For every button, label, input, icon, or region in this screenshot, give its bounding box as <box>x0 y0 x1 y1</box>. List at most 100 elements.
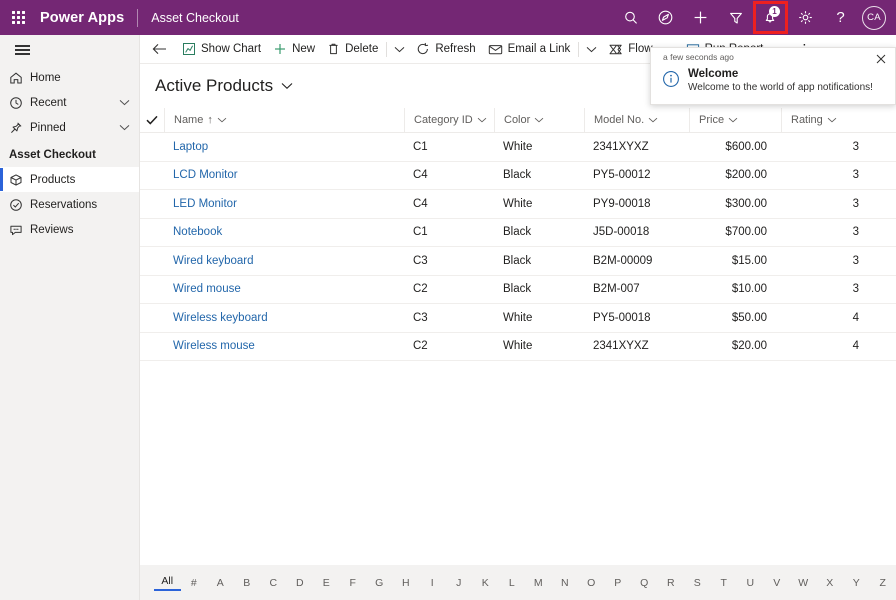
alpha-filter-n[interactable]: N <box>552 576 579 590</box>
alpha-filter-x[interactable]: X <box>817 576 844 590</box>
cell-price: $300.00 <box>725 197 767 210</box>
sidebar-item-products[interactable]: Products <box>0 167 139 192</box>
table-row[interactable]: LED Monitor C4 White PY9-00018 $300.00 3 <box>140 190 896 219</box>
select-all-checkbox[interactable] <box>140 115 164 125</box>
record-link[interactable]: Notebook <box>173 226 222 238</box>
column-header-color[interactable]: Color <box>494 107 584 133</box>
table-row[interactable]: Wired mouse C2 Black B2M-007 $10.00 3 <box>140 276 896 304</box>
chevron-down-icon[interactable] <box>534 117 544 123</box>
alpha-filter-m[interactable]: M <box>525 576 552 590</box>
cell-category-id: C3 <box>413 254 428 267</box>
email-a-link-button[interactable]: Email a Link <box>482 35 577 64</box>
table-row[interactable]: Wireless mouse C2 White 2341XYXZ $20.00 4 <box>140 333 896 361</box>
cell-model-no: B2M-007 <box>593 283 640 296</box>
alpha-filter-a[interactable]: A <box>207 576 234 590</box>
record-link[interactable]: Wireless mouse <box>173 340 255 352</box>
help-button[interactable]: ? <box>823 0 858 35</box>
alpha-filter-e[interactable]: E <box>313 576 340 590</box>
alpha-filter-o[interactable]: O <box>578 576 605 590</box>
cell-color: Black <box>503 254 532 267</box>
alpha-filter-l[interactable]: L <box>499 576 526 590</box>
alpha-filter-k[interactable]: K <box>472 576 499 590</box>
chevron-down-icon[interactable] <box>119 97 130 109</box>
cell-color: Black <box>503 283 532 296</box>
close-notification-button[interactable] <box>874 52 888 66</box>
alpha-filter-z[interactable]: Z <box>870 576 896 590</box>
column-header-label: Rating <box>791 114 823 126</box>
alpha-filter-u[interactable]: U <box>737 576 764 590</box>
show-chart-label: Show Chart <box>201 43 262 55</box>
app-launcher-button[interactable] <box>0 0 36 35</box>
cell-price: $10.00 <box>731 283 767 296</box>
alpha-filter-hash[interactable]: # <box>181 576 208 590</box>
delete-button[interactable]: Delete <box>321 35 384 64</box>
alpha-filter-g[interactable]: G <box>366 576 393 590</box>
sidebar-footer-fill <box>0 565 140 600</box>
chevron-down-icon[interactable] <box>119 122 130 134</box>
table-row[interactable]: Laptop C1 White 2341XYXZ $600.00 3 <box>140 133 896 162</box>
settings-button[interactable] <box>788 0 823 35</box>
column-header-rating[interactable]: Rating <box>781 107 873 133</box>
chevron-down-icon[interactable] <box>728 117 738 123</box>
alpha-filter-f[interactable]: F <box>340 576 367 590</box>
sidebar-item-label: Reviews <box>30 223 74 236</box>
sidebar-item-reservations[interactable]: Reservations <box>0 192 139 217</box>
sidebar-item-recent[interactable]: Recent <box>0 90 139 115</box>
search-button[interactable] <box>613 0 648 35</box>
alpha-filter-all[interactable]: All <box>154 574 181 591</box>
record-link[interactable]: Laptop <box>173 141 208 153</box>
filter-button[interactable] <box>718 0 753 35</box>
refresh-button[interactable]: Refresh <box>410 35 481 64</box>
alpha-filter-w[interactable]: W <box>790 576 817 590</box>
alpha-filter-c[interactable]: C <box>260 576 287 590</box>
sidebar-item-home[interactable]: Home <box>0 65 139 90</box>
column-header-name[interactable]: Name ↑ <box>164 107 404 133</box>
cell-color: White <box>503 140 533 153</box>
sitemap-toggle-button[interactable] <box>0 35 140 65</box>
show-chart-button[interactable]: Show Chart <box>176 35 267 64</box>
chevron-down-icon[interactable] <box>648 117 658 123</box>
sidebar-group-title: Asset Checkout <box>9 149 96 161</box>
column-header-price[interactable]: Price <box>689 107 781 133</box>
record-link[interactable]: Wired mouse <box>173 283 241 295</box>
record-link[interactable]: Wireless keyboard <box>173 312 268 324</box>
table-row[interactable]: LCD Monitor C4 Black PY5-00012 $200.00 3 <box>140 162 896 190</box>
column-header-model-no[interactable]: Model No. <box>584 107 689 133</box>
new-button[interactable]: New <box>267 35 321 64</box>
email-link-dropdown-button[interactable] <box>581 35 602 64</box>
alpha-filter-r[interactable]: R <box>658 576 685 590</box>
user-avatar[interactable]: CA <box>862 5 886 30</box>
alpha-filter-y[interactable]: Y <box>843 576 870 590</box>
table-row[interactable]: Wired keyboard C3 Black B2M-00009 $15.00 3 <box>140 247 896 276</box>
alpha-filter-p[interactable]: P <box>605 576 632 590</box>
column-header-category-id[interactable]: Category ID <box>404 107 494 133</box>
record-link[interactable]: Wired keyboard <box>173 255 254 267</box>
alpha-filter-j[interactable]: J <box>446 576 473 590</box>
cell-price: $50.00 <box>731 311 767 324</box>
sidebar-item-reviews[interactable]: Reviews <box>0 217 139 242</box>
column-header-label: Name <box>174 114 204 126</box>
alpha-filter-d[interactable]: D <box>287 576 314 590</box>
cell-name: LCD Monitor <box>164 169 404 181</box>
back-button[interactable] <box>140 35 176 64</box>
view-selector[interactable]: Active Products <box>140 64 293 96</box>
alpha-filter-b[interactable]: B <box>234 576 261 590</box>
chevron-down-icon[interactable] <box>217 117 227 123</box>
alpha-filter-t[interactable]: T <box>711 576 738 590</box>
assistant-button[interactable] <box>648 0 683 35</box>
alpha-filter-v[interactable]: V <box>764 576 791 590</box>
chevron-down-icon[interactable] <box>477 117 487 123</box>
table-row[interactable]: Notebook C1 Black J5D-00018 $700.00 3 <box>140 219 896 247</box>
alpha-filter-i[interactable]: I <box>419 576 446 590</box>
new-quick-create-button[interactable] <box>683 0 718 35</box>
record-link[interactable]: LCD Monitor <box>173 169 238 181</box>
delete-dropdown-button[interactable] <box>389 35 410 64</box>
alpha-filter-h[interactable]: H <box>393 576 420 590</box>
table-row[interactable]: Wireless keyboard C3 White PY5-00018 $50.00 4 <box>140 304 896 333</box>
alpha-filter-s[interactable]: S <box>684 576 711 590</box>
notifications-button[interactable]: 1 <box>753 0 788 35</box>
sidebar-item-pinned[interactable]: Pinned <box>0 115 139 140</box>
alpha-filter-q[interactable]: Q <box>631 576 658 590</box>
record-link[interactable]: LED Monitor <box>173 198 237 210</box>
chevron-down-icon[interactable] <box>827 117 837 123</box>
